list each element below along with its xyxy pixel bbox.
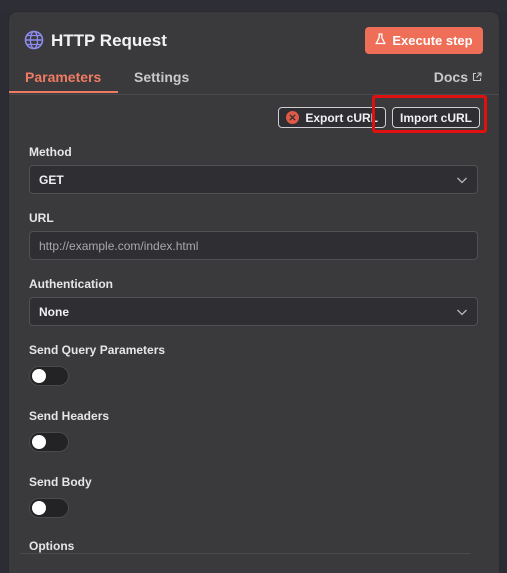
docs-link[interactable]: Docs	[434, 69, 482, 85]
send-body-toggle[interactable]	[29, 498, 69, 518]
url-label: URL	[29, 211, 54, 225]
method-select[interactable]: GET	[29, 165, 478, 194]
chevron-down-icon	[457, 177, 467, 184]
url-input[interactable]: http://example.com/index.html	[29, 231, 478, 260]
authentication-value: None	[39, 304, 69, 319]
send-headers-toggle[interactable]	[29, 432, 69, 452]
send-query-parameters-label: Send Query Parameters	[29, 343, 166, 357]
tab-settings[interactable]: Settings	[134, 69, 189, 85]
tab-parameters[interactable]: Parameters	[25, 69, 101, 85]
url-placeholder: http://example.com/index.html	[39, 238, 199, 253]
execute-step-label: Execute step	[392, 33, 473, 48]
node-title: HTTP Request	[51, 31, 167, 50]
flask-icon	[375, 33, 387, 48]
send-headers-label: Send Headers	[29, 409, 110, 423]
options-divider	[20, 553, 470, 554]
method-label: Method	[29, 145, 72, 159]
execute-step-button[interactable]: Execute step	[365, 27, 483, 54]
chevron-down-icon	[457, 309, 467, 316]
export-curl-button[interactable]: Export cURL	[278, 107, 386, 128]
options-label: Options	[29, 539, 75, 553]
export-icon	[286, 111, 300, 124]
export-curl-label: Export cURL	[305, 110, 378, 125]
import-curl-highlight	[372, 95, 487, 133]
tab-bar: Parameters Settings Docs	[9, 64, 499, 94]
send-body-label: Send Body	[29, 475, 92, 489]
external-link-icon	[472, 69, 482, 85]
globe-icon	[24, 30, 44, 50]
node-header: HTTP Request Execute step	[9, 12, 499, 72]
authentication-select[interactable]: None	[29, 297, 478, 326]
authentication-label: Authentication	[29, 277, 113, 291]
docs-label: Docs	[433, 69, 468, 85]
parameters-body: Export cURL Import cURL Method GET URL h…	[9, 94, 499, 573]
active-tab-indicator	[9, 91, 118, 93]
top-strip	[0, 0, 507, 12]
method-value: GET	[39, 172, 64, 187]
send-query-parameters-toggle[interactable]	[29, 366, 69, 386]
